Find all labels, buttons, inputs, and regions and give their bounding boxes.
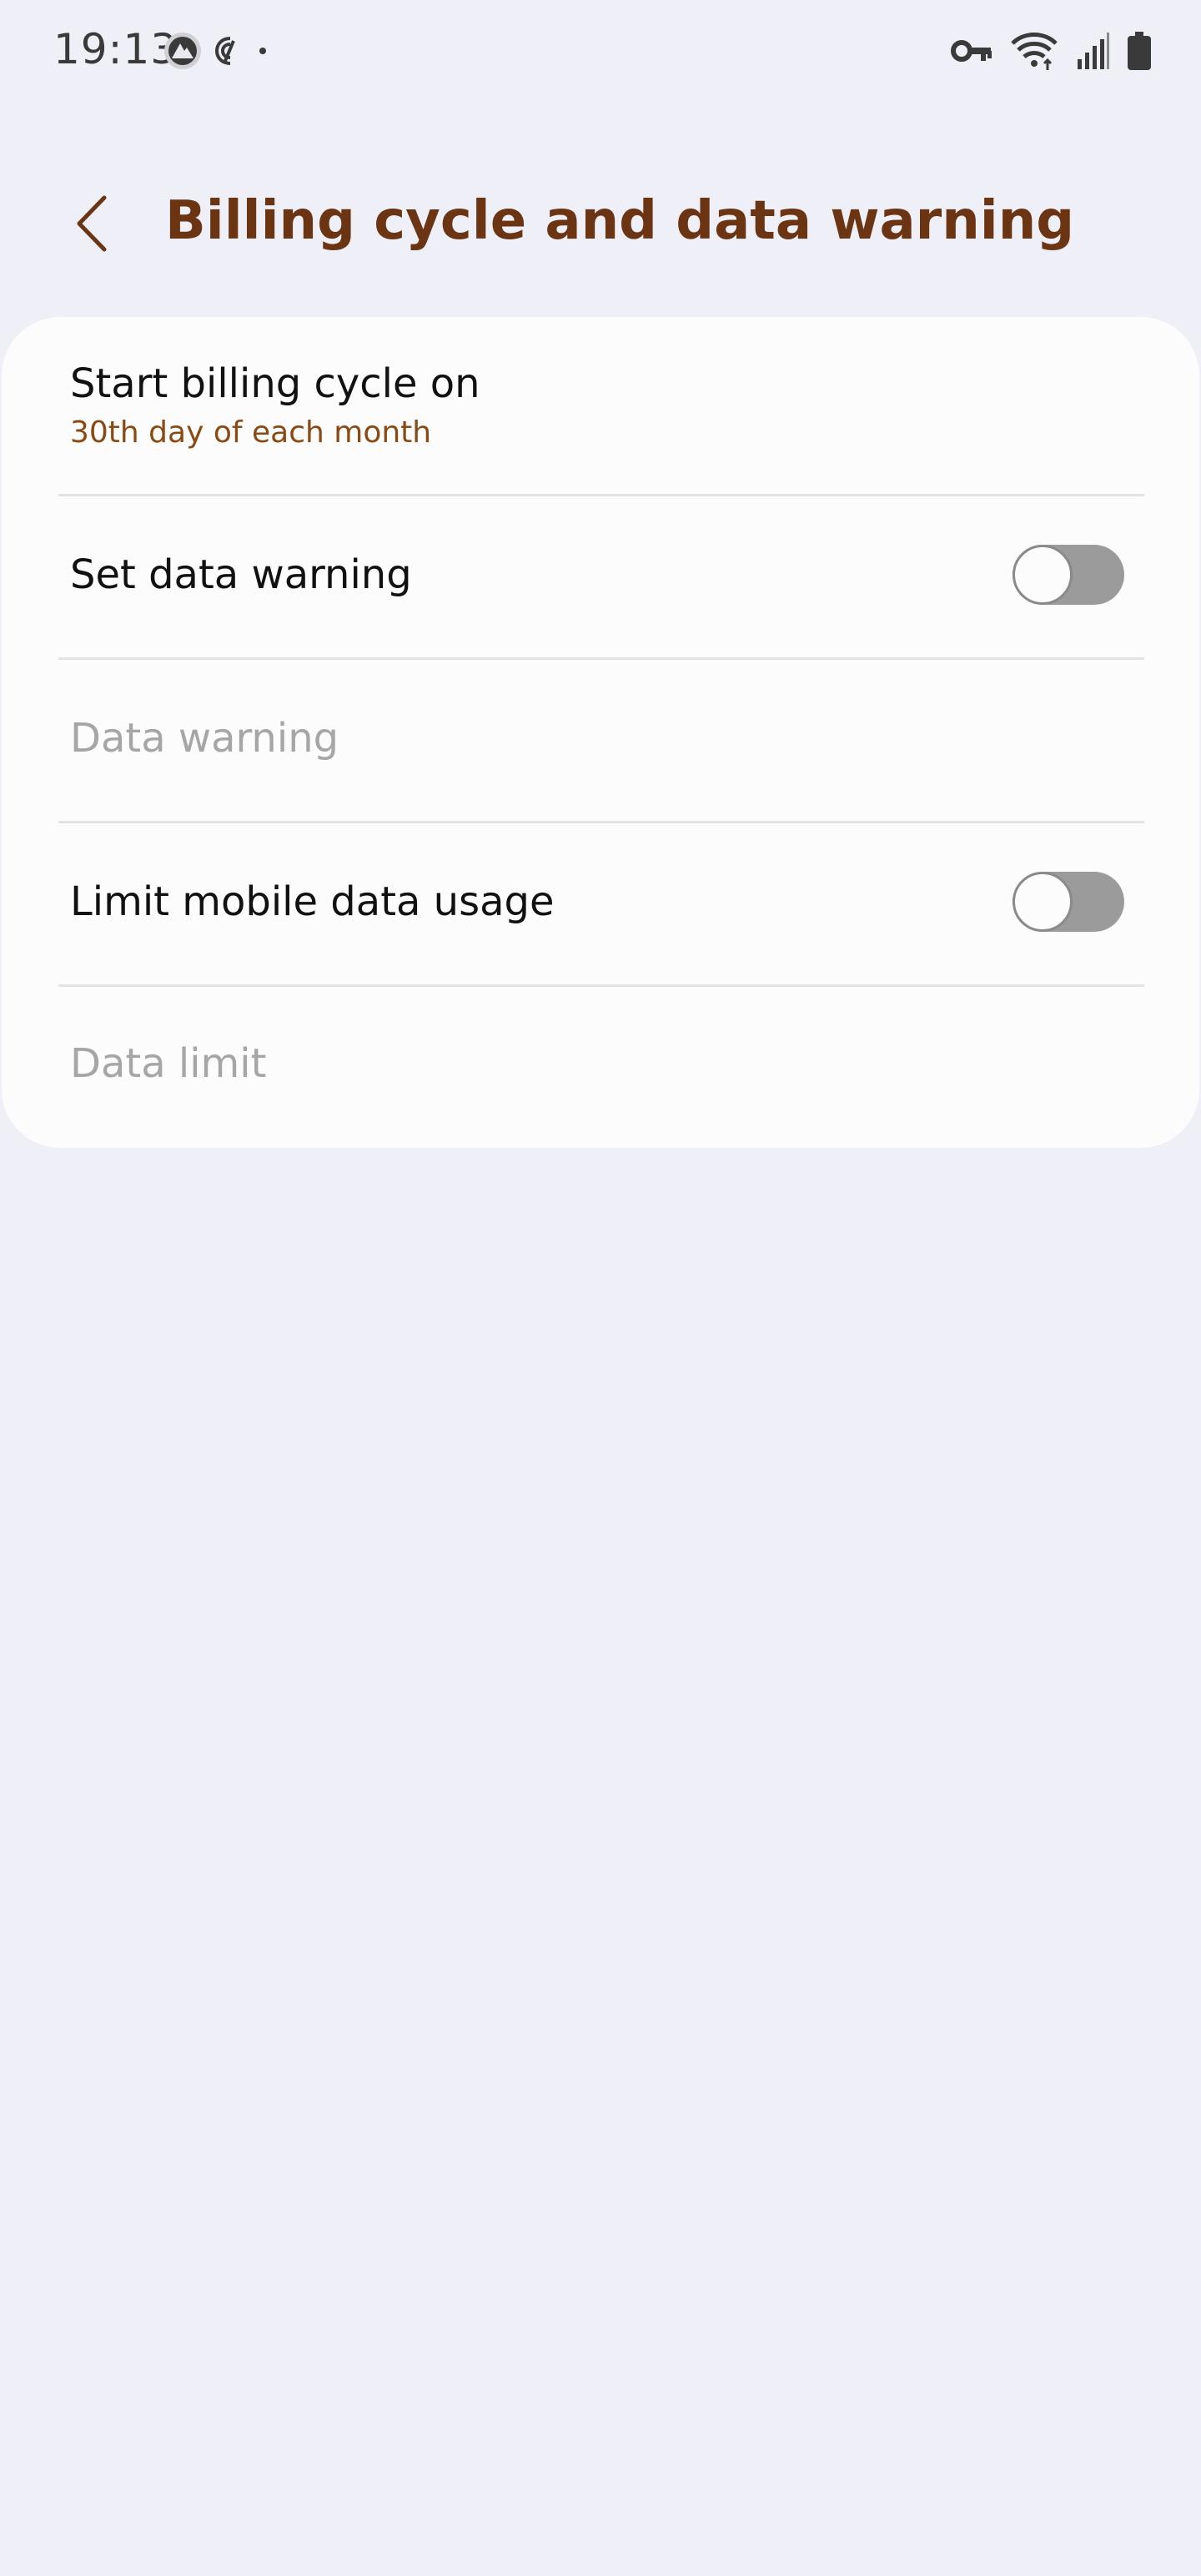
chevron-left-icon bbox=[71, 194, 113, 256]
status-time: 19:13 bbox=[53, 25, 178, 73]
signal-icon bbox=[1076, 33, 1109, 69]
wifi-icon bbox=[1011, 32, 1058, 70]
limit-mobile-data-toggle[interactable] bbox=[1013, 872, 1124, 932]
data-warning-title: Data warning bbox=[70, 715, 339, 762]
billing-cycle-value: 30th day of each month bbox=[70, 415, 432, 450]
limit-mobile-data-row[interactable]: Limit mobile data usage bbox=[2, 823, 1199, 986]
set-data-warning-row[interactable]: Set data warning bbox=[2, 496, 1199, 659]
nordvpn-icon bbox=[163, 32, 202, 70]
toggle-knob bbox=[1013, 872, 1073, 932]
toggle-knob bbox=[1013, 545, 1073, 605]
data-limit-row: Data limit bbox=[2, 987, 1199, 1148]
notification-dot-icon bbox=[259, 47, 267, 55]
status-left-icons bbox=[163, 32, 267, 70]
battery-icon bbox=[1128, 32, 1151, 70]
billing-cycle-row[interactable]: Start billing cycle on 30th day of each … bbox=[2, 317, 1199, 496]
back-button[interactable] bbox=[58, 192, 125, 259]
status-right-icons bbox=[951, 32, 1151, 70]
set-data-warning-title: Set data warning bbox=[70, 551, 412, 598]
limit-mobile-data-title: Limit mobile data usage bbox=[70, 878, 555, 925]
set-data-warning-toggle[interactable] bbox=[1013, 545, 1124, 605]
billing-cycle-title: Start billing cycle on bbox=[70, 360, 480, 407]
vpn-key-icon bbox=[951, 37, 992, 65]
status-bar: 19:13 bbox=[0, 0, 1201, 100]
settings-card: Start billing cycle on 30th day of each … bbox=[2, 317, 1199, 1148]
data-limit-title: Data limit bbox=[70, 1040, 267, 1087]
data-warning-row: Data warning bbox=[2, 660, 1199, 823]
page-title: Billing cycle and data warning bbox=[165, 190, 1075, 252]
header: Billing cycle and data warning bbox=[0, 175, 1201, 275]
privacy-indicator-icon bbox=[214, 34, 247, 68]
